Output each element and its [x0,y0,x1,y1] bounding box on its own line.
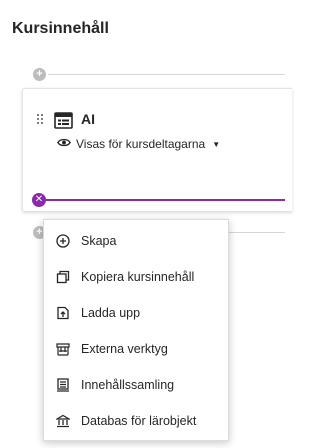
add-content-menu: Skapa Kopiera kursinnehåll Ladda upp Ext… [43,219,229,441]
menu-item-learning-object-repository[interactable]: Databas för lärobjekt [44,404,228,438]
menu-item-label: Ladda upp [81,306,141,320]
menu-item-label: Innehållssamling [81,378,175,392]
menu-item-copy-content[interactable]: Kopiera kursinnehåll [44,260,228,294]
eye-icon [57,137,71,151]
folder-icon [54,112,73,129]
collection-icon [56,378,70,392]
close-add-menu-icon[interactable]: ✕ [32,193,46,207]
divider-line [48,74,285,75]
add-content-plus-button[interactable]: + [33,68,46,81]
menu-item-create[interactable]: Skapa [44,224,228,258]
menu-item-upload[interactable]: Ladda upp [44,296,228,330]
add-content-row-top: + [0,68,285,82]
caret-down-icon: ▼ [212,139,221,149]
external-tools-icon [56,342,70,356]
plus-circle-icon [56,234,70,248]
learning-object-repository-icon [56,414,70,428]
menu-item-label: Skapa [81,234,117,248]
visibility-dropdown[interactable]: Visas för kursdeltagarna ▼ [57,137,220,151]
menu-item-external-tools[interactable]: Externa verktyg [44,332,228,366]
visibility-label: Visas för kursdeltagarna [76,137,206,151]
menu-item-label: Kopiera kursinnehåll [81,270,195,284]
menu-item-label: Databas för lärobjekt [81,414,197,428]
drag-handle-icon[interactable] [37,114,45,126]
menu-item-label: Externa verktyg [81,342,168,356]
active-divider-line [46,199,285,201]
copy-icon [56,270,70,284]
add-content-row-active: ✕ [22,193,285,207]
upload-icon [56,306,70,320]
section-title: Kursinnehåll [12,20,109,37]
content-item-title[interactable]: AI [81,111,95,127]
menu-item-content-collection[interactable]: Innehållssamling [44,368,228,402]
